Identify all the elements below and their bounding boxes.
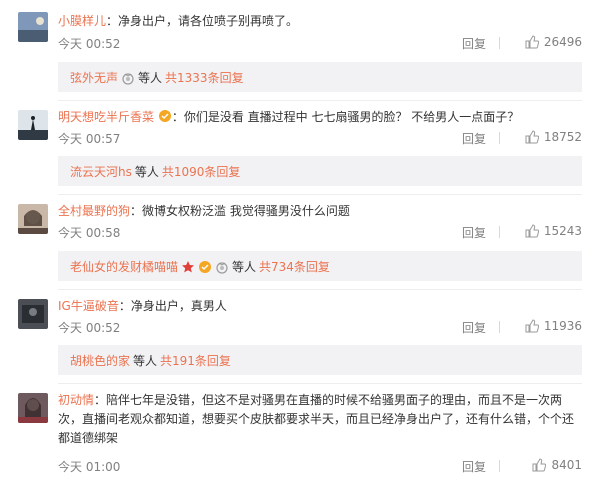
thumbs-up-icon	[532, 458, 547, 472]
reply-username[interactable]: 老仙女的发财橘喵喵	[70, 258, 178, 275]
comment-text: 你们是没看 直播过程中 七七扇骚男的脸？ 不给男人一点面子？	[183, 110, 520, 124]
thumbs-up-icon	[525, 319, 539, 333]
username[interactable]: 小膜样儿	[58, 14, 106, 28]
reply-button[interactable]: 回复	[462, 130, 486, 147]
comment-text: 净身出户，真男人	[130, 299, 227, 313]
level-badge-icon	[216, 261, 228, 274]
like-count: 26496	[543, 35, 582, 49]
others-label: 等人	[133, 354, 158, 368]
reply-button[interactable]: 回复	[462, 319, 486, 336]
reply-username[interactable]: 弦外无声	[70, 69, 118, 86]
username[interactable]: 全村最野的狗	[58, 204, 130, 218]
like-count: 11936	[543, 319, 582, 333]
thumbs-up-icon	[525, 224, 539, 238]
divider	[58, 194, 582, 195]
reply-count-link[interactable]: 共1090条回复	[162, 163, 241, 180]
avatar[interactable]	[18, 12, 48, 42]
replies-summary[interactable]: 胡桃色的家 等人 共191条回复	[58, 345, 582, 375]
avatar[interactable]	[18, 299, 48, 329]
reply-count-link[interactable]: 共734条回复	[259, 258, 330, 275]
others-label: 等人	[232, 260, 257, 274]
vip-badge-icon	[199, 260, 212, 273]
reply-username[interactable]: 胡桃色的家	[70, 352, 130, 369]
divider	[499, 226, 500, 238]
username[interactable]: IG牛逼破音	[58, 299, 119, 313]
comment-text: 微博女权粉泛滥 我觉得骚男没什么问题	[142, 204, 350, 218]
others-label: 等人	[138, 71, 163, 85]
like-button[interactable]: 8401	[532, 458, 582, 472]
replies-summary[interactable]: 弦外无声 等人 共1333条回复	[58, 62, 582, 92]
like-count: 15243	[543, 224, 582, 238]
replies-summary[interactable]: 流云天河hs 等人 共1090条回复	[58, 156, 582, 186]
timestamp: 今天 00:52	[58, 37, 121, 51]
level-badge-icon	[122, 72, 134, 85]
others-label: 等人	[134, 165, 159, 179]
reply-button[interactable]: 回复	[462, 458, 486, 475]
like-count: 18752	[543, 130, 582, 144]
comment-text: 陪伴七年是没错，但这不是对骚男在直播的时候不给骚男面子的理由，而且不是一次两次，…	[58, 393, 575, 445]
star-badge-icon	[182, 260, 195, 272]
divider	[499, 460, 500, 472]
divider	[499, 132, 500, 144]
reply-count-link[interactable]: 共191条回复	[160, 352, 231, 369]
like-count: 8401	[551, 458, 582, 472]
divider	[58, 289, 582, 290]
like-button[interactable]: 15243	[525, 224, 582, 238]
avatar[interactable]	[18, 393, 48, 423]
reply-username[interactable]: 流云天河hs	[70, 163, 132, 180]
timestamp: 今天 00:57	[58, 132, 121, 146]
replies-summary[interactable]: 老仙女的发财橘喵喵 等人 共734条回复	[58, 251, 582, 281]
like-button[interactable]: 18752	[525, 130, 582, 144]
vip-badge-icon	[158, 110, 171, 122]
reply-count-link[interactable]: 共1333条回复	[165, 69, 244, 86]
divider	[499, 37, 500, 49]
thumbs-up-icon	[525, 35, 539, 49]
timestamp: 今天 00:52	[58, 321, 121, 335]
like-button[interactable]: 26496	[525, 35, 582, 49]
timestamp: 今天 01:00	[58, 460, 121, 474]
reply-button[interactable]: 回复	[462, 35, 486, 52]
avatar[interactable]	[18, 204, 48, 234]
like-button[interactable]: 11936	[525, 319, 582, 333]
divider	[499, 321, 500, 333]
username[interactable]: 初动情	[58, 393, 94, 407]
divider	[58, 100, 582, 101]
avatar[interactable]	[18, 110, 48, 140]
username[interactable]: 明天想吃半斤香菜	[58, 110, 154, 124]
timestamp: 今天 00:58	[58, 226, 121, 240]
reply-button[interactable]: 回复	[462, 224, 486, 241]
divider	[58, 383, 582, 384]
thumbs-up-icon	[525, 130, 539, 144]
comment-text: 净身出户，请各位喷子别再喷了。	[118, 14, 299, 28]
